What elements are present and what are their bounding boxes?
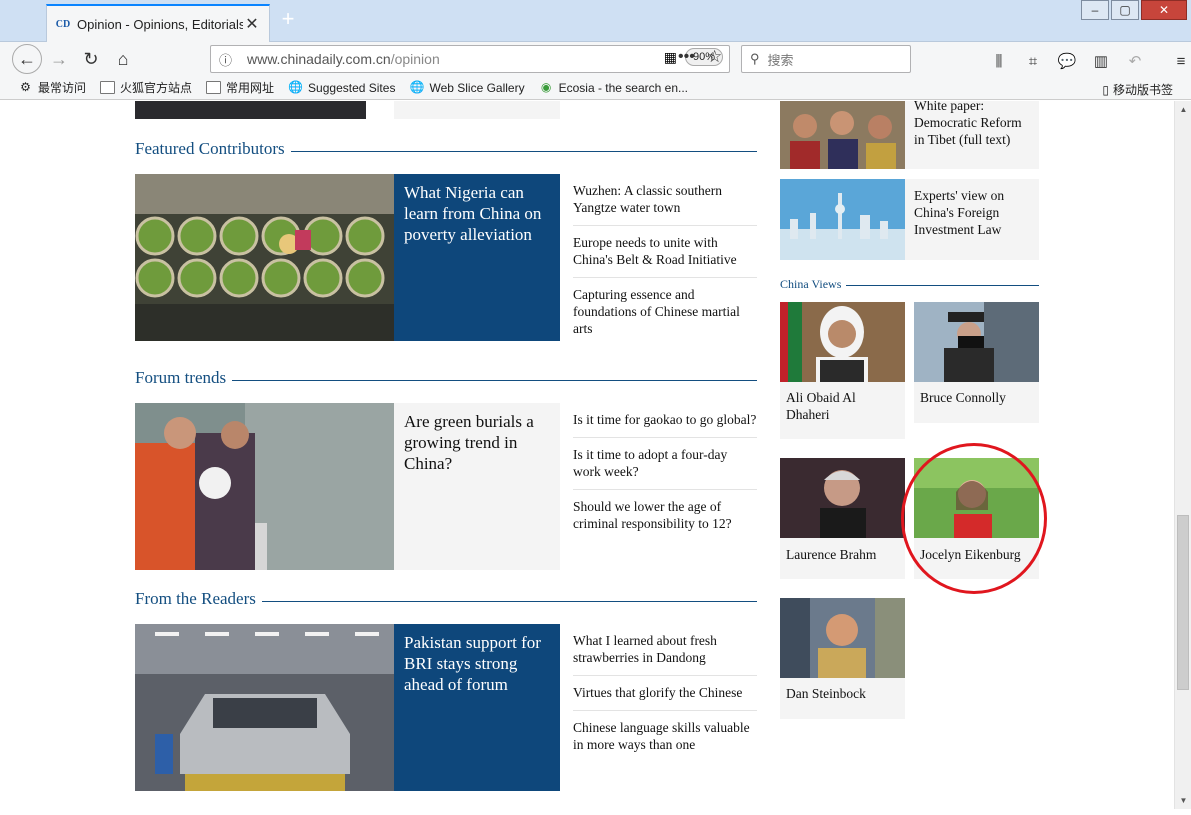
minimize-button[interactable]: – [1081,0,1109,20]
featured-main-headline[interactable]: What Nigeria can learn from China on pov… [394,174,560,341]
tab-title: Opinion - Opinions, Editorials, C [77,16,243,32]
folder-icon [206,81,222,94]
list-item[interactable]: Should we lower the age of criminal resp… [573,490,757,541]
rice-seedling-photo [135,174,394,341]
search-placeholder: 搜索 [767,52,794,68]
readers-article-list: What I learned about fresh strawberries … [573,624,757,762]
reload-button[interactable]: ↻ [76,44,106,74]
scrollbar-thumb[interactable] [1177,515,1189,690]
new-tab-button[interactable]: + [276,8,300,32]
search-input[interactable]: ⚲ 搜索 [741,45,911,73]
list-item[interactable]: Europe needs to unite with China's Belt … [573,226,757,278]
bookmark-firefox-sites[interactable]: 火狐官方站点 [100,79,192,96]
contributor-name[interactable]: Bruce Connolly [920,389,1033,406]
list-item[interactable]: Wuzhen: A classic southern Yangtze water… [573,174,757,226]
previous-article-box [394,101,560,119]
chinadaily-favicon-icon: CD [55,18,71,30]
readers-main-photo[interactable] [135,624,394,791]
list-item[interactable]: What I learned about fresh strawberries … [573,624,757,676]
bookmark-suggested-sites[interactable]: 🌐 Suggested Sites [288,81,395,95]
bookmark-ecosia[interactable]: ◉ Ecosia - the search en... [539,81,688,95]
bookmarks-toolbar: ⚙ 最常访问 火狐官方站点 常用网址 🌐 Suggested Sites 🌐 Web … [0,76,1191,100]
list-item[interactable]: Is it time to adopt a four-day work week… [573,438,757,490]
tibet-white-paper-title[interactable]: White paper: Democratic Reform in Tibet … [914,101,1034,148]
menu-icon[interactable]: ≡ [1169,46,1191,76]
phone-icon: ▯ [1102,82,1109,97]
forum-trends-title[interactable]: Forum trends [135,368,233,388]
url-host: www.chinadaily.com.cn [247,51,391,67]
portrait-photo [914,302,1039,382]
china-views-title[interactable]: China Views [780,277,847,292]
contributor-photo-laurence[interactable] [780,458,905,538]
list-item[interactable]: Capturing essence and foundations of Chi… [573,278,757,346]
site-info-icon[interactable]: ⓘ [219,50,239,69]
green-burial-photo [135,403,394,570]
list-item[interactable]: Is it time for gaokao to go global? [573,403,757,438]
mobile-bookmarks[interactable]: ▯ 移动版书签 [1102,81,1173,98]
foreign-investment-title[interactable]: Experts' view on China's Foreign Investm… [914,187,1034,238]
bookmark-most-visited[interactable]: ⚙ 最常访问 [18,79,86,96]
contributor-photo-dan[interactable] [780,598,905,678]
active-tab[interactable]: CD Opinion - Opinions, Editorials, C ✕ [46,4,270,42]
search-icon: ⚲ [750,51,760,66]
contributor-photo-bruce[interactable] [914,302,1039,382]
qr-code-icon[interactable]: ▦ [664,49,677,66]
gear-icon: ⚙ [20,80,31,94]
foreign-investment-photo[interactable] [780,179,905,260]
readers-main-headline[interactable]: Pakistan support for BRI stays strong ah… [394,624,560,791]
previous-article-photo[interactable] [135,101,366,119]
featured-contributors-title[interactable]: Featured Contributors [135,139,291,159]
featured-article-list: Wuzhen: A classic southern Yangtze water… [573,174,757,346]
contributor-name[interactable]: Dan Steinbock [786,685,899,702]
close-window-button[interactable]: ✕ [1141,0,1187,20]
highlight-circle [901,443,1047,594]
page-content: Featured Contributors What Nigeria can l… [0,101,1191,815]
sidebar-icon[interactable]: ▥ [1089,46,1113,76]
page-actions-icon[interactable]: ••• [678,48,695,66]
from-the-readers-title[interactable]: From the Readers [135,589,262,609]
portrait-photo [780,302,905,382]
forum-main-headline[interactable]: Are green burials a growing trend in Chi… [394,403,560,570]
ecosia-icon: ◉ [540,80,552,94]
list-item[interactable]: Chinese language skills valuable in more… [573,711,757,762]
url-bar[interactable]: ⓘ www.chinadaily.com.cn/opinion ▦ 90% [210,45,730,73]
window-controls: – ▢ ✕ [1079,0,1187,20]
bookmark-web-slice-gallery[interactable]: 🌐 Web Slice Gallery [409,81,524,95]
portrait-photo [780,458,905,538]
chat-icon[interactable]: 💬 [1055,46,1079,76]
vertical-scrollbar[interactable]: ▲ ▼ [1174,101,1191,809]
forum-article-list: Is it time for gaokao to go global? Is i… [573,403,757,541]
maximize-button[interactable]: ▢ [1111,0,1139,20]
home-button[interactable]: ⌂ [108,44,138,74]
shanghai-skyline-photo [780,179,905,260]
bookmark-common-sites[interactable]: 常用网址 [206,79,274,96]
navigation-toolbar: ← → ↻ ⌂ ⓘ www.chinadaily.com.cn/opinion … [0,42,1191,76]
globe-icon: 🌐 [288,80,304,94]
contributor-name[interactable]: Ali Obaid Al Dhaheri [786,389,899,423]
scroll-down-arrow-icon[interactable]: ▼ [1175,792,1191,809]
tibet-people-photo [780,101,905,169]
url-path: /opinion [390,51,440,67]
contributor-name[interactable]: Laurence Brahm [786,546,899,563]
featured-main-photo[interactable] [135,174,394,341]
car-factory-photo [135,624,394,791]
tab-close-icon[interactable]: ✕ [243,14,261,34]
undo-icon[interactable]: ↶ [1123,46,1147,76]
bookmark-star-icon[interactable]: ☆ [707,47,722,67]
library-icon[interactable]: ⫼ [987,46,1011,76]
title-bar: CD Opinion - Opinions, Editorials, C ✕ +… [0,0,1191,42]
screenshot-icon[interactable]: ⌗ [1021,46,1045,76]
list-item[interactable]: Virtues that glorify the Chinese [573,676,757,711]
back-button[interactable]: ← [12,44,42,74]
forward-button[interactable]: → [44,44,74,74]
folder-icon [100,81,116,94]
forum-main-photo[interactable] [135,403,394,570]
contributor-photo-ali[interactable] [780,302,905,382]
globe-icon: 🌐 [409,80,425,94]
scroll-up-arrow-icon[interactable]: ▲ [1175,101,1191,118]
portrait-photo [780,598,905,678]
tibet-white-paper-photo[interactable] [780,101,905,169]
